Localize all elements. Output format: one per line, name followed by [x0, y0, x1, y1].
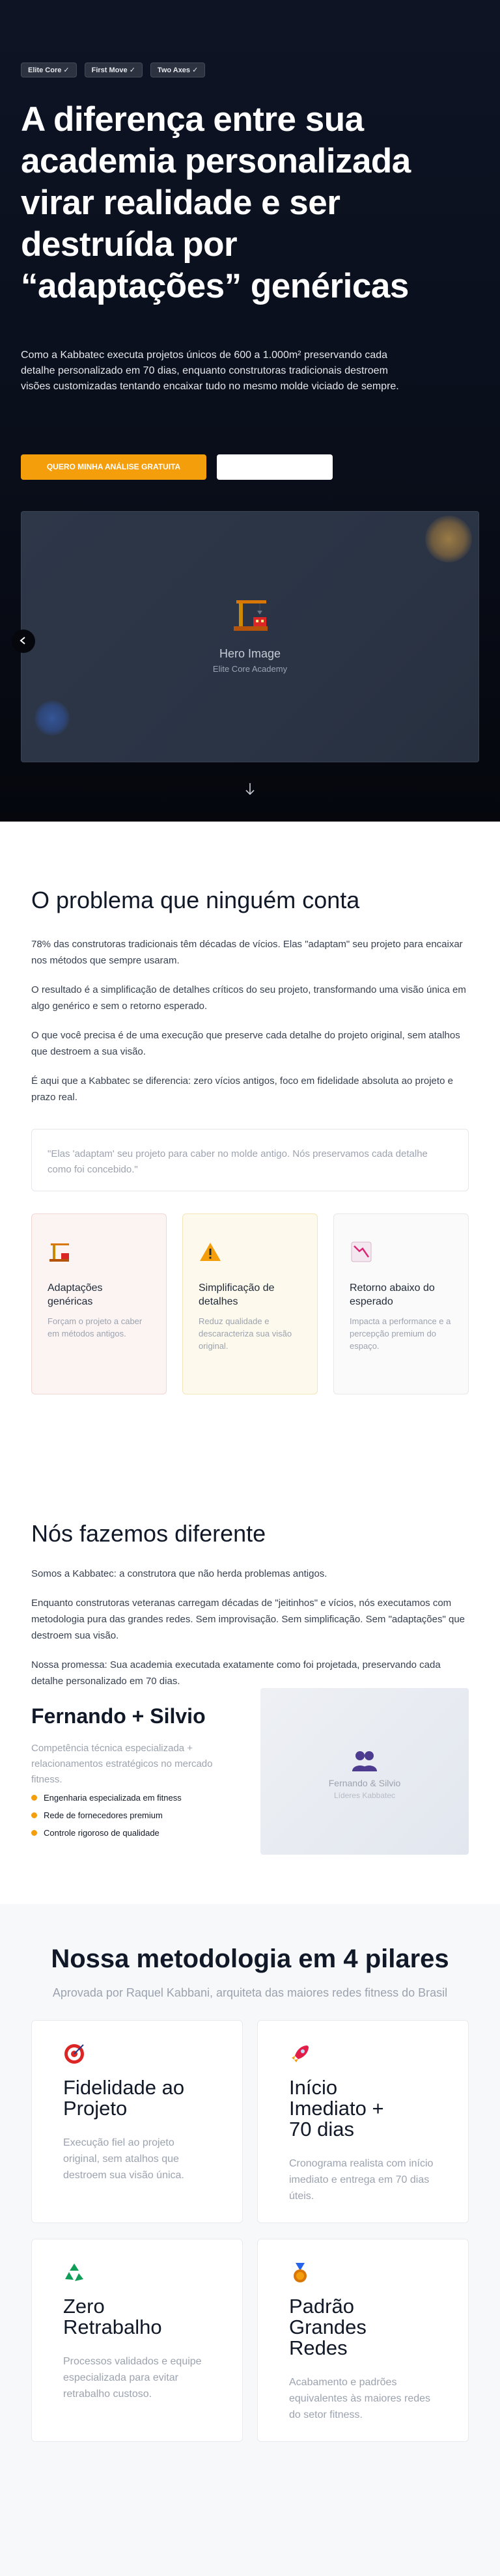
- recycle-icon: [65, 2264, 83, 2281]
- different-paragraph: Nossa promessa: Sua academia executada e…: [31, 1659, 441, 1687]
- feature-label: Controle rigoroso de qualidade: [44, 1828, 160, 1838]
- problem-paragraph: O que você precisa é de uma execução que…: [31, 1030, 460, 1057]
- pillar-title-line: Início: [289, 2076, 338, 2099]
- decorative-glow: [425, 516, 472, 562]
- pillar-card: Fidelidade ao Projeto Execução fiel ao pr…: [31, 2020, 243, 2223]
- pillar-title: Início Imediato +70 dias: [289, 2077, 437, 2140]
- feature-item: Rede de fornecedores premium: [31, 1810, 163, 1820]
- bullet-dot: [31, 1812, 37, 1818]
- rocket-icon: [292, 2045, 309, 2062]
- pillar-desc: Acabamento e padrões equivalentes às mai…: [289, 2377, 431, 2420]
- problem-title: O problema que ninguém conta: [31, 887, 360, 913]
- badge: Two Axes ✓: [150, 62, 206, 77]
- target-icon: [64, 2044, 84, 2064]
- hero-title-line: destruída por: [21, 225, 238, 264]
- problem-paragraph: É aqui que a Kabbatec se diferencia: zer…: [31, 1075, 453, 1103]
- problem-card: Adaptações genéricas Forçam o projeto a …: [31, 1213, 167, 1394]
- arrow-left-icon: [20, 636, 25, 644]
- pillar-title-line: Projeto: [63, 2097, 128, 2120]
- bullet-dot: [31, 1795, 37, 1801]
- pillar-title: Zero Retrabalho: [63, 2296, 211, 2338]
- pillar-title-line: Retrabalho: [63, 2316, 162, 2338]
- hero-title-line: A diferença entre sua: [21, 100, 364, 139]
- pillar-title-line: Grandes: [289, 2316, 367, 2338]
- problem-card: Simplificação de detalhes Reduz qualidad…: [182, 1213, 318, 1394]
- pillar-card: Zero Retrabalho Processos validados e equ…: [31, 2239, 243, 2442]
- hero-title-line: “adaptações” genéricas: [21, 267, 409, 305]
- decorative-glow: [35, 700, 70, 736]
- hero-image-title: Hero Image: [219, 647, 281, 660]
- feature-label: Engenharia especializada em fitness: [44, 1793, 182, 1803]
- founders-description: Competência técnica especializada + rela…: [31, 1743, 213, 1785]
- hero-subtitle: Como a Kabbatec executa projetos únicos …: [21, 350, 399, 392]
- badge: First Move ✓: [84, 62, 143, 77]
- scroll-down-icon[interactable]: [243, 781, 257, 797]
- previous-arrow-button[interactable]: [12, 630, 35, 653]
- different-section: Nós fazemos diferente Somos a Kabbatec: …: [0, 1455, 500, 1904]
- hero-title-line: academia personalizada: [21, 142, 411, 180]
- pillar-title-line: 70 dias: [289, 2118, 354, 2140]
- pillar-card: Início Imediato +70 dias Cronograma reali…: [257, 2020, 469, 2223]
- pillar-title-line: Zero: [63, 2295, 105, 2318]
- pillar-desc: Processos validados e equipe especializa…: [63, 2356, 202, 2400]
- feature-item: Controle rigoroso de qualidade: [31, 1828, 160, 1838]
- methodology-subtitle: Aprovada por Raquel Kabbani, arquiteta d…: [52, 1986, 448, 1999]
- founders-image-caption: Líderes Kabbatec: [333, 1791, 396, 1800]
- pillar-title: Fidelidade ao Projeto: [63, 2077, 211, 2119]
- problem-card-desc: Reduz qualidade e descaracteriza sua vis…: [199, 1316, 292, 1351]
- different-paragraph: Enquanto construtoras veteranas carregam…: [31, 1598, 465, 1641]
- hero-section: Elite Core ✓ First Move ✓ Two Axes ✓ A d…: [0, 0, 500, 822]
- warning-icon: [200, 1243, 221, 1261]
- problem-card: Retorno abaixo do esperado Impacta a per…: [333, 1213, 469, 1394]
- problem-card-title: Adaptações genéricas: [48, 1282, 103, 1307]
- secondary-cta-button[interactable]: [217, 454, 333, 480]
- pillar-title-line: Fidelidade ao: [63, 2076, 185, 2099]
- problem-card-title: Simplificação de detalhes: [199, 1282, 275, 1307]
- problem-quote: "Elas 'adaptam' seu projeto para caber n…: [31, 1129, 469, 1191]
- different-paragraph: Somos a Kabbatec: a construtora que não …: [31, 1568, 327, 1579]
- founders-title: Fernando + Silvio: [31, 1704, 206, 1728]
- pillar-card: Padrão Grandes Redes Acabamento e padrões …: [257, 2239, 469, 2442]
- bullet-dot: [31, 1830, 37, 1836]
- pillar-title-line: Imediato +: [289, 2097, 384, 2120]
- problem-card-desc: Impacta a performance e a percepção prem…: [350, 1316, 451, 1351]
- problem-section: O problema que ninguém conta 78% das con…: [0, 822, 500, 1455]
- feature-item: Engenharia especializada em fitness: [31, 1793, 182, 1803]
- medal-icon: [294, 2263, 307, 2282]
- feature-label: Rede de fornecedores premium: [44, 1810, 163, 1820]
- pillar-title: Padrão Grandes Redes: [289, 2296, 437, 2359]
- pillar-title-line: Redes: [289, 2336, 348, 2359]
- problem-paragraph: 78% das construtoras tradicionais têm dé…: [31, 939, 463, 966]
- problem-card-title: Retorno abaixo do esperado: [350, 1282, 435, 1307]
- people-icon: [352, 1751, 377, 1771]
- construction-crane-icon: [234, 600, 268, 631]
- methodology-title: Nossa metodologia em 4 pilares: [51, 1945, 449, 1973]
- construction-crane-icon: [49, 1243, 69, 1262]
- different-title: Nós fazemos diferente: [31, 1520, 266, 1547]
- founders-image: Fernando & Silvio Líderes Kabbatec: [260, 1688, 469, 1855]
- badge: Elite Core ✓: [21, 62, 77, 77]
- pillar-title-line: Padrão: [289, 2295, 354, 2318]
- hero-image: Hero Image Elite Core Academy: [21, 511, 479, 762]
- pillar-desc: Execução fiel ao projeto original, sem a…: [63, 2137, 184, 2181]
- hero-title: A diferença entre sua academia personali…: [21, 99, 483, 307]
- problem-paragraph: O resultado é a simplificação de detalhe…: [31, 984, 466, 1012]
- problem-card-desc: Forçam o projeto a caber em métodos anti…: [48, 1316, 143, 1338]
- free-analysis-button[interactable]: QUERO MINHA ANÁLISE GRATUITA: [21, 454, 206, 480]
- methodology-section: Nossa metodologia em 4 pilares Aprovada …: [0, 1904, 500, 2576]
- pillar-desc: Cronograma realista com início imediato …: [289, 2158, 434, 2202]
- badge-row: Elite Core ✓ First Move ✓ Two Axes ✓: [21, 62, 206, 77]
- chart-down-icon: [351, 1241, 372, 1262]
- hero-image-caption: Elite Core Academy: [212, 664, 288, 674]
- founders-image-name: Fernando & Silvio: [328, 1778, 401, 1788]
- hero-title-line: virar realidade e ser: [21, 184, 340, 222]
